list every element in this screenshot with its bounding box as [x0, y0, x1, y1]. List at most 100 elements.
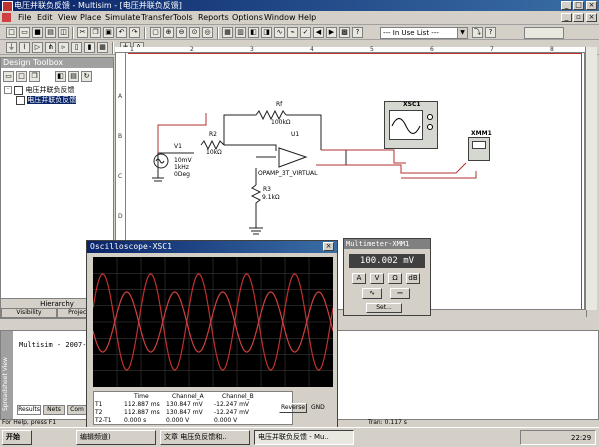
spreadsheet-icon[interactable]: ▥ — [235, 27, 246, 38]
preview-icon[interactable]: ◫ — [58, 27, 69, 38]
menu-options[interactable]: Options — [232, 12, 263, 23]
folder-icon[interactable]: ◧ — [55, 71, 66, 82]
place-cmos-icon[interactable]: ▮ — [84, 42, 95, 53]
copy-file-icon[interactable]: ❐ — [29, 71, 40, 82]
spreadsheet-side-bar: Spreadsheet View — [1, 331, 13, 419]
start-label: 开始 — [6, 433, 20, 441]
copy-icon[interactable]: ❐ — [90, 27, 101, 38]
start-button[interactable]: 开始 — [2, 430, 32, 445]
place-analog-icon[interactable]: ▹ — [58, 42, 69, 53]
print-icon[interactable]: ▤ — [45, 27, 56, 38]
terminal-icon[interactable] — [427, 114, 433, 120]
open-folder-icon[interactable]: ▭ — [3, 71, 14, 82]
oscilloscope-close-button[interactable]: × — [323, 242, 334, 251]
electrical-rules-icon[interactable]: ✓ — [300, 27, 311, 38]
taskbar-item[interactable]: 编辑频道) — [76, 430, 156, 445]
taskbar-item-label: 编辑频道) — [80, 433, 111, 441]
doc-close-button[interactable]: × — [586, 13, 597, 22]
place-basic-icon[interactable]: ⌇ — [19, 42, 30, 53]
tab-nets[interactable]: Nets — [43, 405, 65, 415]
probe-icon[interactable]: ⤵ — [472, 27, 483, 38]
multimeter-window[interactable]: Multimeter-XMM1 100.002 mV A V Ω dB ∿ ⎓ … — [343, 238, 431, 316]
menu-view[interactable]: View — [58, 12, 77, 23]
doc-icon — [2, 13, 11, 22]
place-ttl-icon[interactable]: ▯ — [71, 42, 82, 53]
collapse-icon[interactable]: - — [4, 86, 12, 94]
zoom-in-icon[interactable]: ⊕ — [163, 27, 174, 38]
toolbox-icon[interactable]: ▦ — [222, 27, 233, 38]
mode-ohmmeter-button[interactable]: Ω — [388, 273, 402, 284]
analysis-icon[interactable]: ∿ — [274, 27, 285, 38]
oscilloscope-window[interactable]: Oscilloscope-XSC1 × Time Channel_A Chann… — [86, 240, 338, 428]
rf-value: 100kΩ — [271, 119, 291, 126]
xmm1-instrument[interactable]: XMM1 — [468, 130, 492, 161]
postprocessor-icon[interactable]: ⌁ — [287, 27, 298, 38]
ultiboard-icon[interactable]: ▩ — [339, 27, 350, 38]
new-icon[interactable]: □ — [6, 27, 17, 38]
taskbar-item-active[interactable]: 电压并联负反馈 - Mu.. — [254, 430, 354, 445]
component-icon[interactable]: ◨ — [261, 27, 272, 38]
dc-icon[interactable]: ⎓ — [390, 288, 410, 299]
zoom-fit-icon[interactable]: ◎ — [202, 27, 213, 38]
taskbar-item-label: 电压并联负反馈 - Mu.. — [258, 433, 329, 441]
mode-ammeter-button[interactable]: A — [352, 273, 366, 284]
properties-icon[interactable]: ▤ — [68, 71, 79, 82]
zoom-area-icon[interactable]: ⊙ — [189, 27, 200, 38]
cut-icon[interactable]: ✂ — [77, 27, 88, 38]
simulate-switch[interactable] — [524, 27, 564, 39]
minimize-button[interactable]: _ — [561, 1, 572, 10]
open-icon[interactable]: ▭ — [19, 27, 30, 38]
mode-voltmeter-button[interactable]: V — [370, 273, 384, 284]
menu-place[interactable]: Place — [80, 12, 101, 23]
tab-components[interactable]: Com — [67, 405, 87, 415]
r3-value: 9.1kΩ — [262, 194, 280, 201]
redo-icon[interactable]: ↷ — [129, 27, 140, 38]
doc-restore-button[interactable]: ▫ — [573, 13, 584, 22]
place-diode-icon[interactable]: ▷ — [32, 42, 43, 53]
database-icon[interactable]: ◧ — [248, 27, 259, 38]
place-transistor-icon[interactable]: ⋔ — [45, 42, 56, 53]
reverse-button[interactable]: Reverse — [279, 403, 307, 413]
save-icon[interactable]: ■ — [32, 27, 43, 38]
zoom-out-icon[interactable]: ⊖ — [176, 27, 187, 38]
taskbar-item[interactable]: 文章 电压负反馈和.. — [160, 430, 250, 445]
mode-db-button[interactable]: dB — [406, 273, 420, 284]
xmm1-label: XMM1 — [471, 130, 492, 137]
menu-transfer[interactable]: Transfer — [141, 12, 173, 23]
paste-icon[interactable]: ▣ — [103, 27, 114, 38]
fullscreen-icon[interactable]: ▢ — [150, 27, 161, 38]
menu-file[interactable]: File — [18, 12, 31, 23]
forward-annotate-icon[interactable]: ▶ — [326, 27, 337, 38]
vertical-scrollbar[interactable] — [585, 47, 597, 310]
doc-minimize-button[interactable]: _ — [561, 13, 572, 22]
menu-window[interactable]: Window — [264, 12, 296, 23]
help-icon[interactable]: ? — [352, 27, 363, 38]
back-annotate-icon[interactable]: ◀ — [313, 27, 324, 38]
sheet-icon — [16, 95, 25, 105]
xsc1-instrument[interactable]: XSC1 — [384, 101, 438, 149]
menu-edit[interactable]: Edit — [37, 12, 53, 23]
tab-results[interactable]: Results — [17, 405, 41, 415]
clock: 22:29 — [571, 434, 592, 442]
menu-reports[interactable]: Reports — [198, 12, 229, 23]
new-file-icon[interactable]: □ — [16, 71, 27, 82]
place-source-icon[interactable]: ⏚ — [6, 42, 17, 53]
in-use-list-dropdown[interactable]: --- In Use List --- ▼ — [380, 27, 468, 39]
menu-tools[interactable]: Tools — [173, 12, 193, 23]
set-button[interactable]: Set... — [366, 303, 402, 313]
tree-child[interactable]: 电压并联负反馈 — [16, 95, 77, 105]
refresh-icon[interactable]: ↻ — [81, 71, 92, 82]
place-mcu-icon[interactable]: ▦ — [97, 42, 108, 53]
help-context-icon[interactable]: ? — [485, 27, 496, 38]
maximize-button[interactable]: □ — [573, 1, 584, 10]
close-button[interactable]: × — [586, 1, 597, 10]
tab-visibility[interactable]: Visibility — [1, 308, 57, 318]
multimeter-title: Multimeter-XMM1 — [344, 239, 430, 249]
menu-help[interactable]: Help — [298, 12, 316, 23]
undo-icon[interactable]: ↶ — [116, 27, 127, 38]
tree-root[interactable]: - 电压并联负反馈 — [4, 85, 74, 95]
menu-simulate[interactable]: Simulate — [105, 12, 140, 23]
terminal-icon[interactable] — [427, 124, 433, 130]
xsc1-wave — [391, 118, 421, 134]
ac-icon[interactable]: ∿ — [362, 288, 382, 299]
